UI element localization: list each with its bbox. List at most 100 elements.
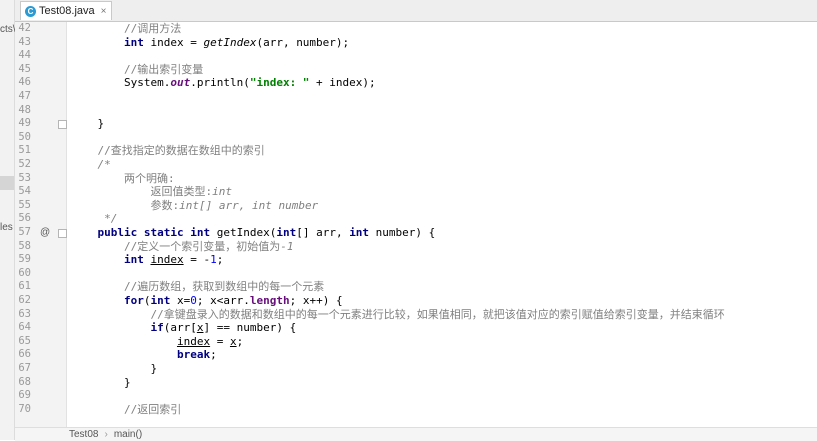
code-line[interactable]: if(arr[x] == number) { [71, 321, 296, 335]
code-token: ; [210, 348, 217, 362]
line-number: 43 [18, 35, 31, 48]
code-line[interactable]: index = x; [71, 335, 243, 349]
code-line[interactable]: //返回索引 [71, 403, 181, 417]
code-token: (arr, number); [256, 35, 350, 49]
line-number: 70 [18, 402, 31, 415]
code-line[interactable]: */ [71, 212, 117, 226]
code-token: int [150, 294, 171, 307]
code-token: //返回索引 [123, 402, 182, 416]
code-token: if [150, 321, 164, 335]
code-token: index [150, 253, 184, 267]
code-line[interactable]: //输出索引变量 [71, 63, 203, 77]
close-icon[interactable]: × [101, 6, 107, 17]
project-panel-strip: cts\ les [0, 0, 16, 440]
line-number: 46 [18, 76, 31, 89]
line-number: 64 [18, 321, 31, 334]
code-line[interactable]: 返回值类型:int [71, 185, 232, 199]
breadcrumb-method[interactable]: main() [114, 429, 142, 440]
code-line[interactable]: 参数:int[] arr, int number [71, 199, 318, 213]
code-line[interactable]: //拿键盘录入的数据和数组中的每一个元素进行比较，如果值相同，就把该值对应的索引… [71, 307, 725, 322]
code-token: } [71, 375, 131, 389]
line-number-gutter: 42 43 44 45 46 47 48 49 50 51 52 53 54 55 56 57 @58 59 60 6… [15, 22, 67, 427]
project-selected-item[interactable] [0, 176, 14, 190]
code-token: int [212, 185, 232, 199]
code-token: //拿键盘录入的数据和数组中的每一个元素进行比较，如果值相同，就把该值对应的索引… [150, 307, 725, 321]
code-line[interactable]: public static int getIndex(int[] arr, in… [71, 226, 436, 240]
line-number: 65 [18, 334, 31, 347]
java-class-icon: C [25, 5, 36, 17]
code-editor[interactable]: //调用方法 int index = getIndex(arr, number)… [71, 22, 817, 427]
breadcrumb-class[interactable]: Test08 [69, 429, 98, 440]
line-number: 57 [18, 226, 31, 238]
code-line[interactable]: //调用方法 [71, 22, 181, 36]
line-number: 47 [18, 90, 31, 102]
code-token: x [229, 334, 237, 348]
code-token: ; [216, 253, 224, 267]
code-token: = [210, 334, 230, 348]
project-item-fragment: les [0, 222, 13, 233]
code-token: length [249, 294, 290, 307]
line-number: 66 [18, 348, 31, 361]
code-line[interactable]: for(int x=0; x<arr.length; x++) { [71, 294, 343, 308]
code-line[interactable]: //遍历数组，获取到数组中的每一个元素 [71, 280, 324, 294]
code-line[interactable]: int index = getIndex(arr, number); [71, 36, 349, 50]
code-line[interactable]: 两个明确: [71, 172, 175, 186]
line-number: 54 [18, 185, 31, 198]
line-number: 52 [18, 158, 31, 170]
code-token: //遍历数组，获取到数组中的每一个元素 [123, 280, 325, 294]
fold-toggle-icon[interactable] [58, 229, 67, 238]
tab-test08-java[interactable]: C Test08.java × [20, 1, 112, 20]
code-line[interactable]: //查找指定的数据在数组中的索引 [71, 144, 265, 158]
code-token: //查找指定的数据在数组中的索引 [97, 144, 265, 158]
code-token: .println( [190, 76, 250, 90]
code-token: for [123, 294, 144, 307]
line-number: 69 [18, 389, 31, 402]
line-number: 60 [18, 266, 31, 279]
code-line[interactable]: } [71, 362, 157, 376]
code-token: 返回值类型: [150, 185, 213, 199]
line-number: 42 [18, 22, 31, 34]
line-number: 68 [18, 375, 31, 388]
code-token: = - [183, 253, 211, 267]
code-line[interactable]: /* [71, 158, 111, 172]
line-number: 58 [18, 239, 31, 252]
code-token: ] == number) { [203, 321, 297, 335]
code-token: 参数: [150, 198, 180, 212]
code-token: int [276, 226, 297, 239]
code-token: //输出索引变量 [123, 62, 204, 76]
code-token: (arr[ [163, 321, 197, 335]
code-line[interactable]: int index = -1; [71, 253, 223, 267]
code-line[interactable]: break; [71, 348, 217, 362]
line-number: 56 [18, 212, 31, 225]
line-number: 59 [18, 253, 31, 266]
line-number: 63 [18, 307, 31, 320]
code-line[interactable]: //定义一个索引变量，初始值为-1 [71, 240, 294, 254]
code-token: int[] arr, int number [179, 198, 319, 212]
code-token: public static int [97, 226, 211, 239]
code-token: int [123, 253, 144, 267]
code-token: int [123, 35, 144, 49]
code-token: ; x++) { [289, 294, 343, 307]
code-line[interactable]: } [71, 376, 131, 390]
code-line[interactable]: System.out.println("index: " + index); [71, 76, 376, 90]
fold-toggle-icon[interactable] [58, 120, 67, 130]
override-marker-icon[interactable]: @ [40, 226, 50, 240]
code-token: */ [104, 212, 118, 226]
line-number: 48 [18, 103, 31, 116]
code-line[interactable]: } [71, 117, 104, 131]
code-token: getIndex [203, 35, 257, 49]
